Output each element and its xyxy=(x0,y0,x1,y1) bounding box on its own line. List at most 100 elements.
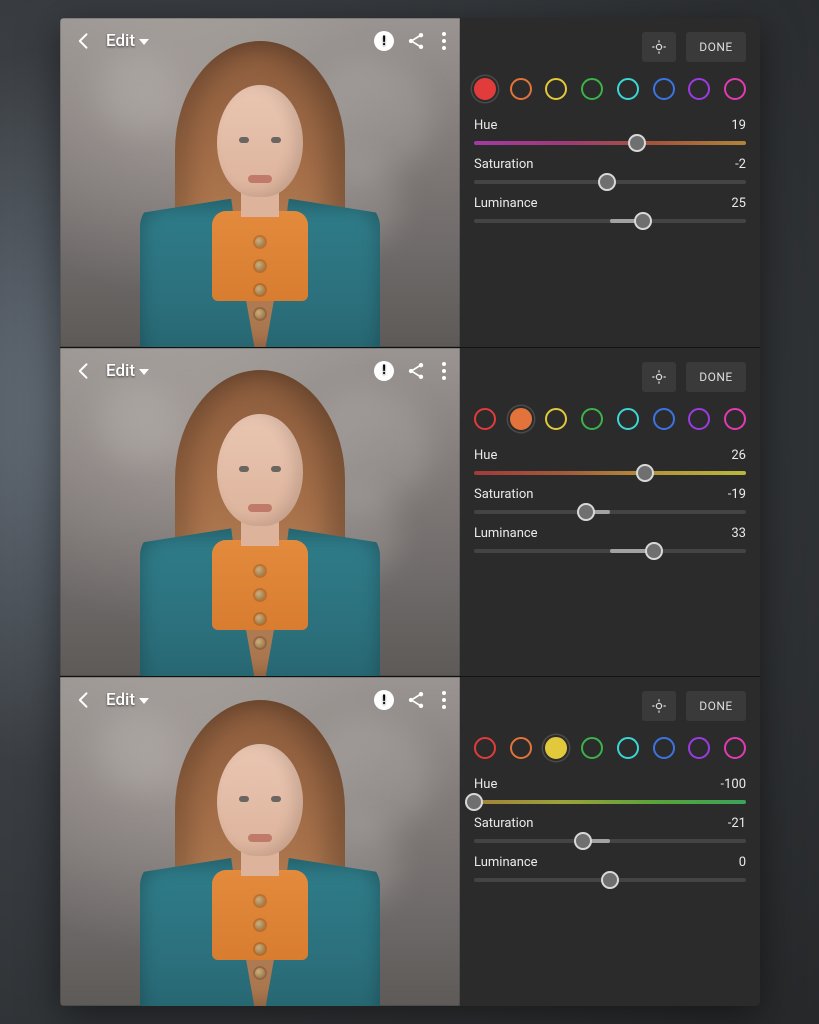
hue-slider: Hue -100 xyxy=(474,777,746,804)
color-swatch-row xyxy=(474,408,746,430)
luminance-track[interactable] xyxy=(474,878,746,882)
back-icon[interactable] xyxy=(70,27,98,55)
more-icon[interactable] xyxy=(438,28,450,54)
color-swatch[interactable] xyxy=(510,737,532,759)
photo-preview: Edit ! xyxy=(60,348,460,677)
color-swatch-row xyxy=(474,737,746,759)
luminance-label: Luminance xyxy=(474,526,538,541)
hue-thumb[interactable] xyxy=(628,134,646,152)
edit-dropdown[interactable]: Edit xyxy=(106,31,149,51)
color-swatch[interactable] xyxy=(617,737,639,759)
color-swatch[interactable] xyxy=(474,78,496,100)
color-swatch[interactable] xyxy=(653,408,675,430)
info-icon[interactable]: ! xyxy=(374,690,394,710)
photo-subject xyxy=(110,366,410,676)
photo-preview: Edit ! xyxy=(60,18,460,347)
saturation-thumb[interactable] xyxy=(577,503,595,521)
edit-dropdown[interactable]: Edit xyxy=(106,690,149,710)
info-icon[interactable]: ! xyxy=(374,31,394,51)
luminance-thumb[interactable] xyxy=(601,871,619,889)
share-icon[interactable] xyxy=(402,27,430,55)
hue-label: Hue xyxy=(474,448,497,463)
luminance-track[interactable] xyxy=(474,219,746,223)
saturation-value: -21 xyxy=(728,816,746,831)
share-icon[interactable] xyxy=(402,686,430,714)
luminance-slider: Luminance 33 xyxy=(474,526,746,553)
color-swatch[interactable] xyxy=(545,78,567,100)
hue-track[interactable] xyxy=(474,800,746,804)
hue-thumb[interactable] xyxy=(636,464,654,482)
more-icon[interactable] xyxy=(438,687,450,713)
saturation-track[interactable] xyxy=(474,510,746,514)
back-icon[interactable] xyxy=(70,686,98,714)
hue-value: 26 xyxy=(731,448,746,463)
hue-value: -100 xyxy=(720,777,746,792)
color-swatch[interactable] xyxy=(688,78,710,100)
edit-label: Edit xyxy=(106,690,135,710)
hue-label: Hue xyxy=(474,118,497,133)
color-swatch[interactable] xyxy=(510,408,532,430)
editor-row: Edit ! DONE Hue -100 Satu xyxy=(60,677,760,1006)
hue-track[interactable] xyxy=(474,471,746,475)
targeted-adjust-button[interactable] xyxy=(642,691,676,721)
luminance-thumb[interactable] xyxy=(634,212,652,230)
color-swatch[interactable] xyxy=(545,408,567,430)
done-button[interactable]: DONE xyxy=(686,362,746,392)
editor-row: Edit ! DONE Hue 19 Satura xyxy=(60,18,760,348)
more-icon[interactable] xyxy=(438,358,450,384)
saturation-thumb[interactable] xyxy=(574,832,592,850)
hue-thumb[interactable] xyxy=(465,793,483,811)
edit-label: Edit xyxy=(106,31,135,51)
color-swatch[interactable] xyxy=(724,78,746,100)
luminance-label: Luminance xyxy=(474,196,538,211)
luminance-slider: Luminance 0 xyxy=(474,855,746,882)
targeted-adjust-button[interactable] xyxy=(642,362,676,392)
color-swatch[interactable] xyxy=(545,737,567,759)
photo-toolbar: Edit ! xyxy=(60,348,460,394)
saturation-thumb[interactable] xyxy=(598,173,616,191)
color-swatch[interactable] xyxy=(653,78,675,100)
luminance-thumb[interactable] xyxy=(645,542,663,560)
edit-dropdown[interactable]: Edit xyxy=(106,361,149,381)
targeted-adjust-button[interactable] xyxy=(642,32,676,62)
color-mix-panel: DONE Hue 19 Saturation -2 Luminance 25 xyxy=(460,18,760,347)
color-swatch[interactable] xyxy=(617,408,639,430)
color-swatch-row xyxy=(474,78,746,100)
info-icon[interactable]: ! xyxy=(374,361,394,381)
done-button[interactable]: DONE xyxy=(686,691,746,721)
color-swatch[interactable] xyxy=(617,78,639,100)
luminance-value: 25 xyxy=(731,196,746,211)
photo-preview: Edit ! xyxy=(60,677,460,1006)
saturation-track[interactable] xyxy=(474,180,746,184)
color-swatch[interactable] xyxy=(474,408,496,430)
saturation-slider: Saturation -21 xyxy=(474,816,746,843)
saturation-label: Saturation xyxy=(474,157,533,172)
app-frame: Edit ! DONE Hue 19 Satura xyxy=(60,18,760,1006)
back-icon[interactable] xyxy=(70,357,98,385)
chevron-down-icon xyxy=(139,698,149,704)
photo-toolbar: Edit ! xyxy=(60,677,460,723)
color-mix-panel: DONE Hue -100 Saturation -21 Luminance xyxy=(460,677,760,1006)
color-mix-panel: DONE Hue 26 Saturation -19 Luminance 33 xyxy=(460,348,760,677)
color-swatch[interactable] xyxy=(474,737,496,759)
color-swatch[interactable] xyxy=(581,737,603,759)
color-swatch[interactable] xyxy=(688,408,710,430)
color-swatch[interactable] xyxy=(581,78,603,100)
color-swatch[interactable] xyxy=(653,737,675,759)
color-swatch[interactable] xyxy=(510,78,532,100)
color-swatch[interactable] xyxy=(724,408,746,430)
chevron-down-icon xyxy=(139,39,149,45)
saturation-track[interactable] xyxy=(474,839,746,843)
color-swatch[interactable] xyxy=(581,408,603,430)
color-swatch[interactable] xyxy=(724,737,746,759)
luminance-value: 0 xyxy=(739,855,746,870)
chevron-down-icon xyxy=(139,369,149,375)
share-icon[interactable] xyxy=(402,357,430,385)
color-swatch[interactable] xyxy=(688,737,710,759)
hue-track[interactable] xyxy=(474,141,746,145)
saturation-value: -2 xyxy=(735,157,746,172)
done-button[interactable]: DONE xyxy=(686,32,746,62)
hue-slider: Hue 19 xyxy=(474,118,746,145)
photo-toolbar: Edit ! xyxy=(60,18,460,64)
luminance-track[interactable] xyxy=(474,549,746,553)
